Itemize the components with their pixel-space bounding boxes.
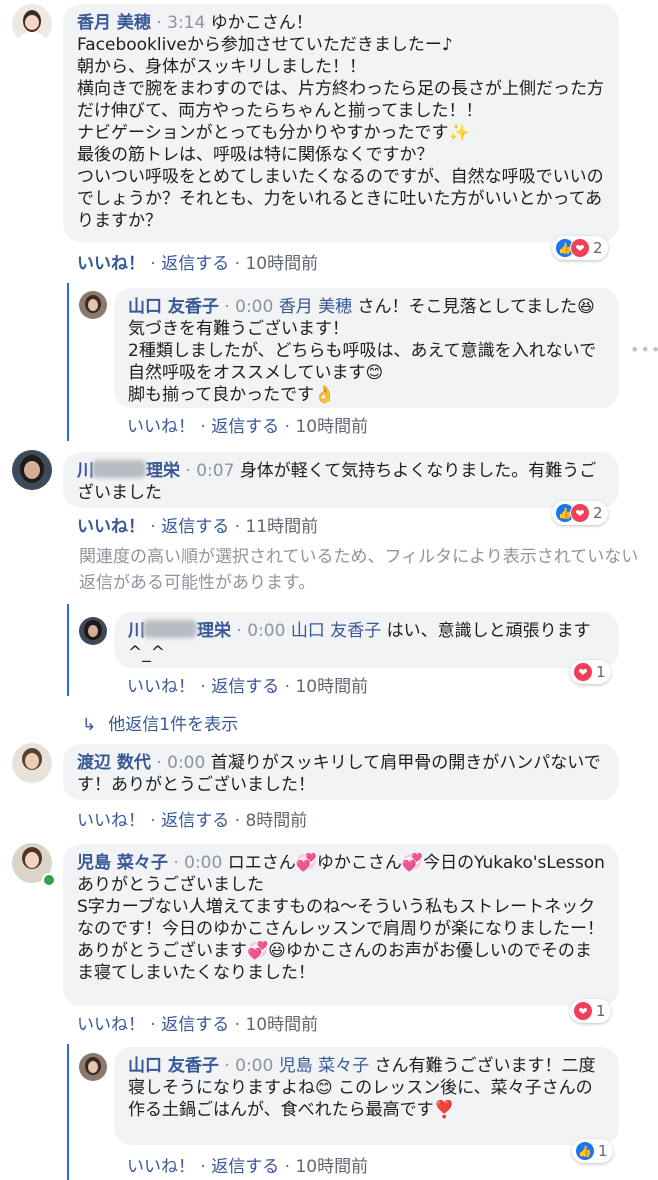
- comment-author[interactable]: 川理栄: [77, 460, 180, 481]
- heart-icon: ❤: [570, 503, 590, 523]
- reaction-summary[interactable]: 👍 ❤ 2: [552, 501, 608, 525]
- comment-author[interactable]: 山口 友香子: [128, 297, 219, 317]
- comment-actions: いいね！ · 返信する · 10時間前: [127, 1157, 369, 1177]
- reply-bubble: 川理栄 · 0:00 山口 友香子 はい、意識しと頑張ります^_^: [114, 612, 619, 668]
- video-timestamp[interactable]: 0:00: [167, 753, 205, 773]
- like-button[interactable]: いいね！: [127, 417, 195, 437]
- mention-link[interactable]: 山口 友香子: [291, 621, 381, 641]
- reply-bubble: 山口 友香子 · 0:00 香月 美穂 さん！そこ見落としてました😆気づきを有難…: [114, 288, 619, 408]
- avatar[interactable]: [12, 450, 52, 490]
- reaction-count: 1: [596, 663, 606, 681]
- reaction-summary[interactable]: ❤ 1: [570, 660, 611, 684]
- comment-age[interactable]: 10時間前: [295, 1157, 368, 1177]
- reply-button[interactable]: 返信する: [161, 1015, 229, 1035]
- comment-age[interactable]: 10時間前: [295, 417, 368, 437]
- comment-age[interactable]: 10時間前: [295, 677, 368, 697]
- heart-icon: ❤: [570, 238, 590, 258]
- like-button[interactable]: いいね！: [127, 1157, 195, 1177]
- reply-bubble: 山口 友香子 · 0:00 児島 菜々子 さん有難うございます！二度寝しそうにな…: [114, 1047, 619, 1145]
- like-button[interactable]: いいね！: [77, 811, 145, 831]
- video-timestamp[interactable]: 0:07: [196, 461, 234, 481]
- more-options-icon[interactable]: •••: [630, 340, 658, 359]
- comment-author[interactable]: 川理栄: [128, 620, 231, 641]
- comment-age[interactable]: 11時間前: [245, 517, 318, 537]
- redacted-name: [92, 460, 146, 478]
- reply-thread-line: [67, 283, 69, 441]
- reaction-summary[interactable]: 👍 ❤ 2: [552, 236, 608, 260]
- mention-link[interactable]: 香月 美穂: [279, 297, 352, 317]
- redacted-name: [143, 620, 197, 638]
- avatar[interactable]: [79, 617, 107, 645]
- like-button[interactable]: いいね！: [77, 1015, 145, 1035]
- reply-thread-line: [67, 1044, 69, 1180]
- comment-actions: いいね！ · 返信する · 11時間前: [77, 517, 319, 537]
- like-button[interactable]: いいね！: [77, 254, 145, 274]
- like-button[interactable]: いいね！: [127, 677, 195, 697]
- like-button[interactable]: いいね！: [77, 517, 145, 537]
- comment-author[interactable]: 児島 菜々子: [77, 853, 168, 873]
- video-timestamp[interactable]: 0:00: [235, 1056, 273, 1076]
- comment-author[interactable]: 香月 美穂: [77, 13, 151, 33]
- reply-button[interactable]: 返信する: [161, 811, 229, 831]
- comment-author[interactable]: 山口 友香子: [128, 1056, 219, 1076]
- comment-bubble: 渡辺 数代 · 0:00 首凝りがスッキリして肩甲骨の開きがハンパないです！あり…: [63, 744, 619, 800]
- comment-age[interactable]: 10時間前: [245, 254, 318, 274]
- comment-bubble: 川理栄 · 0:07 身体が軽くて気持ちよくなりました。有難うございました: [63, 452, 619, 508]
- comment-age[interactable]: 8時間前: [245, 811, 307, 831]
- comment-bubble: 香月 美穂 · 3:14 ゆかこさん！ Facebookliveから参加させてい…: [63, 4, 619, 242]
- comment-text: ゆかこさん！ Facebookliveから参加させていただきましたー♪ 朝から、…: [77, 13, 604, 231]
- comment-actions: いいね！ · 返信する · 10時間前: [77, 1015, 319, 1035]
- video-timestamp[interactable]: 0:00: [235, 297, 273, 317]
- comment-actions: いいね！ · 返信する · 10時間前: [127, 417, 369, 437]
- reply-arrow-icon: ↳: [82, 715, 97, 735]
- comment-actions: いいね！ · 返信する · 10時間前: [127, 677, 369, 697]
- reaction-count: 2: [593, 239, 603, 257]
- reaction-count: 1: [596, 1002, 606, 1020]
- reply-thread-line: [67, 604, 69, 696]
- avatar[interactable]: [12, 4, 52, 44]
- mention-link[interactable]: 児島 菜々子: [279, 1056, 369, 1076]
- reply-button[interactable]: 返信する: [161, 517, 229, 537]
- avatar[interactable]: [79, 291, 107, 319]
- reply-button[interactable]: 返信する: [211, 1157, 279, 1177]
- show-more-replies[interactable]: ↳ 他返信1件を表示: [82, 710, 238, 735]
- reply-button[interactable]: 返信する: [211, 677, 279, 697]
- avatar[interactable]: [12, 743, 52, 783]
- comment-bubble: 児島 菜々子 · 0:00 ロエさん💞ゆかこさん💞今日のYukako'sLess…: [63, 844, 619, 1006]
- heart-icon: ❤: [573, 662, 593, 682]
- heart-icon: ❤: [573, 1001, 593, 1021]
- video-timestamp[interactable]: 0:00: [184, 853, 222, 873]
- thumbs-up-icon: 👍: [575, 1141, 595, 1161]
- filter-notice: 関連度の高い順が選択されているため、フィルタにより表示されていない返信がある可能…: [79, 547, 639, 593]
- comment-author[interactable]: 渡辺 数代: [77, 753, 151, 773]
- comment-actions: いいね！ · 返信する · 10時間前: [77, 254, 319, 274]
- comment-age[interactable]: 10時間前: [245, 1015, 318, 1035]
- reaction-summary[interactable]: 👍 1: [572, 1139, 613, 1163]
- online-status-indicator: [42, 873, 56, 887]
- comment-actions: いいね！ · 返信する · 8時間前: [77, 811, 308, 831]
- timestamp-separator: ·: [156, 13, 162, 33]
- reply-button[interactable]: 返信する: [161, 254, 229, 274]
- video-timestamp[interactable]: 0:00: [247, 621, 285, 641]
- reaction-count: 2: [593, 504, 603, 522]
- reply-button[interactable]: 返信する: [211, 417, 279, 437]
- video-timestamp[interactable]: 3:14: [167, 13, 205, 33]
- reaction-summary[interactable]: ❤ 1: [570, 999, 611, 1023]
- reaction-count: 1: [598, 1142, 608, 1160]
- avatar[interactable]: [79, 1053, 107, 1081]
